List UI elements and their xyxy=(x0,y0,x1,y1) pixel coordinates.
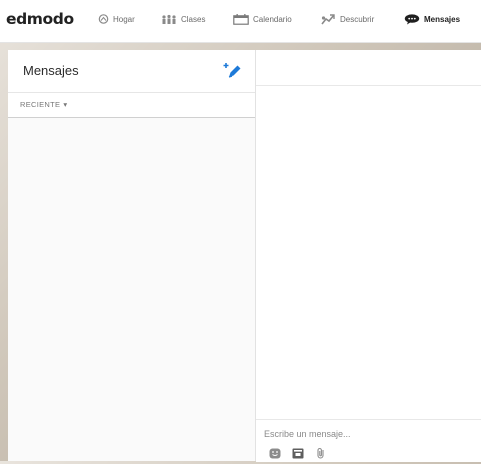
attach-file-button[interactable] xyxy=(292,446,304,459)
nav-item-messages[interactable]: Mensajes xyxy=(404,14,460,25)
compose-icon xyxy=(223,63,241,78)
paperclip-icon xyxy=(317,448,324,459)
nav-item-home[interactable]: Hogar xyxy=(98,14,135,24)
emoji-icon xyxy=(269,448,281,459)
emoji-button[interactable] xyxy=(269,446,281,459)
attachment-box-icon xyxy=(292,448,304,459)
calendar-icon xyxy=(233,14,249,25)
message-input[interactable] xyxy=(264,428,469,440)
nav-item-classes[interactable]: Clases xyxy=(161,14,205,24)
message-composer xyxy=(256,419,481,462)
nav-item-label: Descubrir xyxy=(340,15,375,24)
recent-filter-label: RECIENTE xyxy=(20,100,61,109)
discover-icon xyxy=(321,14,335,25)
messages-sidebar: Mensajes RECIENTE ▾ xyxy=(8,50,256,461)
attach-link-button[interactable] xyxy=(315,446,327,459)
app-window: edmodo Hogar Clases Calendario Descubrir… xyxy=(0,0,481,462)
nav-item-label: Mensajes xyxy=(424,15,461,24)
chevron-down-icon: ▾ xyxy=(63,100,68,109)
recent-filter-dropdown[interactable]: RECIENTE ▾ xyxy=(20,100,67,109)
messages-icon xyxy=(404,14,420,25)
home-icon xyxy=(98,14,109,24)
conversation-panel xyxy=(256,50,481,462)
nav-item-label: Calendario xyxy=(253,15,292,24)
conversation-header xyxy=(256,50,481,86)
edmodo-logo[interactable]: edmodo xyxy=(6,10,74,28)
compose-message-button[interactable] xyxy=(222,62,242,80)
nav-item-discover[interactable]: Descubrir xyxy=(320,14,374,25)
sidebar-title: Mensajes xyxy=(23,63,79,78)
conversation-list[interactable] xyxy=(8,118,255,461)
nav-item-label: Clases xyxy=(181,14,206,24)
nav-item-label: Hogar xyxy=(113,14,135,24)
top-navigation-bar: edmodo Hogar Clases Calendario Descubrir… xyxy=(0,0,481,43)
classes-icon xyxy=(162,14,176,24)
message-thread xyxy=(256,86,481,419)
nav-item-calendar[interactable]: Calendario xyxy=(233,14,292,25)
sidebar-header: Mensajes xyxy=(8,50,255,93)
conversation-filter-row: RECIENTE ▾ xyxy=(8,93,255,119)
